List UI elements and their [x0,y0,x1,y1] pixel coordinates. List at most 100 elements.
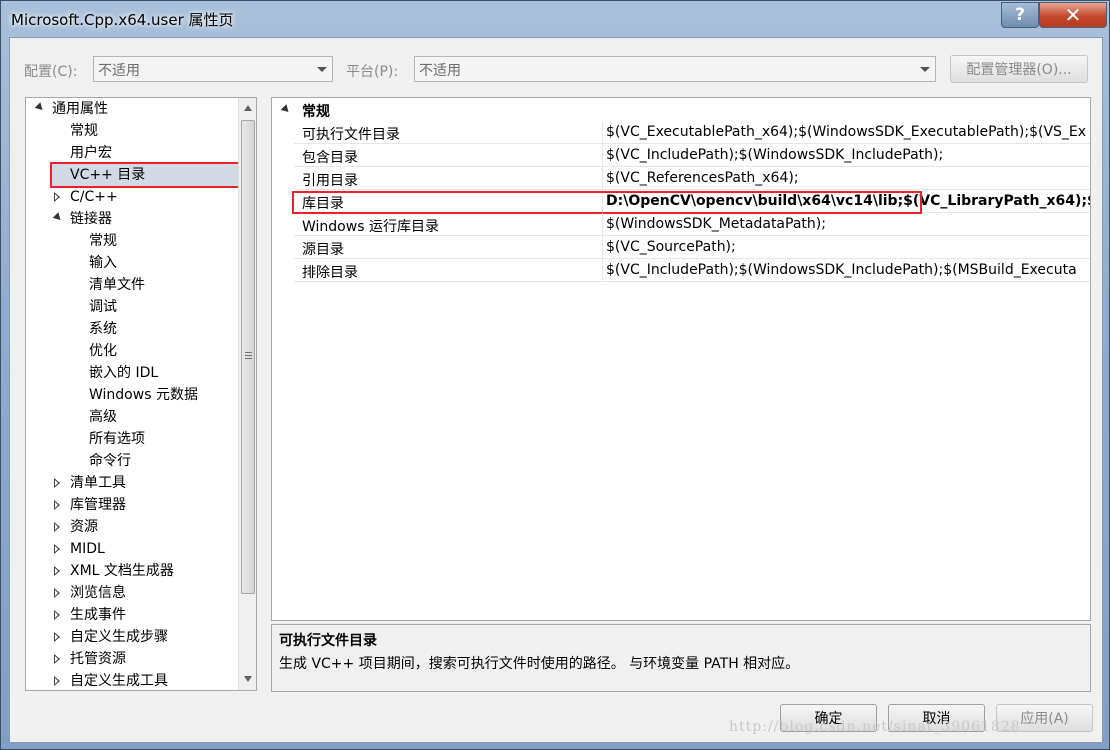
property-value[interactable]: $(VC_IncludePath);$(WindowsSDK_IncludePa… [606,262,1077,278]
chevron-down-icon [920,67,930,72]
tree-item-label: 优化 [89,343,117,359]
collapsed-icon [54,610,60,620]
expanded-icon [52,212,64,223]
tree-item-label: 库管理器 [70,497,126,513]
tree-item-linker-input[interactable]: 输入 [89,252,117,274]
config-label: 配置(C): [24,64,78,80]
property-value[interactable]: $(VC_IncludePath);$(WindowsSDK_IncludePa… [606,147,943,163]
column-separator [602,121,603,144]
property-name: 可执行文件目录 [302,127,400,143]
tree-item-label: 自定义生成工具 [70,673,168,689]
tree-item-label: 常规 [70,123,98,139]
tree-item-linker-debug[interactable]: 调试 [89,296,117,318]
help-button[interactable]: ? [1001,2,1039,28]
collapsed-icon [54,654,60,664]
tree-item-label: C/C++ [70,189,118,205]
apply-label: 应用(A) [1020,711,1069,727]
tree-item-label: 嵌入的 IDL [89,365,159,381]
tree-item-linker-all-options[interactable]: 所有选项 [89,428,145,450]
collapsed-icon [54,676,60,686]
tree-item-label: 托管资源 [70,651,126,667]
tree-item-label: 链接器 [70,211,112,227]
grid-row-exclude-dirs[interactable]: 排除目录 $(VC_IncludePath);$(WindowsSDK_Incl… [272,259,1090,282]
category-row-general[interactable]: 常规 [272,98,1090,121]
tree-item-label: 所有选项 [89,431,145,447]
collapsed-icon [54,478,60,488]
tree-item-label: 通用属性 [52,101,108,117]
collapsed-icon [54,192,60,202]
dialog-client: 配置(C): 不适用 平台(P): 不适用 配置管理器(O)... 通用属性 常… [9,37,1103,743]
description-title: 可执行文件目录 [279,633,377,649]
tree-item-label: MIDL [70,541,105,557]
property-name: 包含目录 [302,150,358,166]
tree-item-label: XML 文档生成器 [70,563,174,579]
highlight-box-library-dirs [292,191,922,214]
highlight-box-vc-directories [50,162,244,188]
config-combo[interactable]: 不适用 [93,56,333,82]
tree-item-linker-embedded-idl[interactable]: 嵌入的 IDL [89,362,158,384]
config-manager-button[interactable]: 配置管理器(O)... [950,55,1088,83]
grid-row-include-dirs[interactable]: 包含目录 $(VC_IncludePath);$(WindowsSDK_Incl… [272,144,1090,167]
collapsed-icon [54,566,60,576]
row-divider [294,281,1090,282]
tree-item-linker-manifest[interactable]: 清单文件 [89,274,145,296]
platform-combo[interactable]: 不适用 [414,56,936,82]
grip-icon [245,352,252,353]
tree-item-linker-windows-metadata[interactable]: Windows 元数据 [89,384,198,406]
tree-item-label: 清单工具 [70,475,126,491]
tree-item-label: 浏览信息 [70,585,126,601]
property-value[interactable]: $(VC_ReferencesPath_x64); [606,170,799,186]
grip-icon [245,355,252,356]
tree-item-label: 调试 [89,299,117,315]
description-panel: 可执行文件目录 生成 VC++ 项目期间，搜索可执行文件时使用的路径。 与环境变… [271,624,1091,692]
grid-row-reference-dirs[interactable]: 引用目录 $(VC_ReferencesPath_x64); [272,167,1090,190]
scroll-up-icon[interactable] [244,105,252,111]
close-icon: ✕ [1064,3,1082,27]
title-bar[interactable]: Microsoft.Cpp.x64.user 属性页 ? ✕ [1,1,1109,37]
scroll-down-icon[interactable] [244,676,252,682]
grid-row-executable-dirs[interactable]: 可执行文件目录 $(VC_ExecutablePath_x64);$(Windo… [272,121,1090,144]
expanded-icon [280,104,292,115]
tree-scrollbar[interactable] [238,98,256,690]
property-tree[interactable]: 通用属性 常规 用户宏 VC++ 目录 C/C++ 链接器 常规 输入 清单文件… [25,97,257,691]
tree-item-linker-general[interactable]: 常规 [89,230,117,252]
tree-item-linker-advanced[interactable]: 高级 [89,406,117,428]
help-icon: ? [1015,5,1025,25]
platform-label: 平台(P): [346,64,399,80]
tree-item-label: 清单文件 [89,277,145,293]
column-separator [602,213,603,236]
property-pages-window: Microsoft.Cpp.x64.user 属性页 ? ✕ 配置(C): 不适… [0,0,1110,750]
tree-item-user-macros[interactable]: 用户宏 [70,142,112,164]
grid-row-winrt-dirs[interactable]: Windows 运行库目录 $(WindowsSDK_MetadataPath)… [272,213,1090,236]
collapsed-icon [54,522,60,532]
grid-row-source-dirs[interactable]: 源目录 $(VC_SourcePath); [272,236,1090,259]
collapsed-icon [54,500,60,510]
tree-item-linker-optimization[interactable]: 优化 [89,340,117,362]
property-value[interactable]: $(VC_SourcePath); [606,239,736,255]
collapsed-icon [54,632,60,642]
category-label: 常规 [302,104,330,120]
column-separator [602,167,603,190]
tree-item-label: 资源 [70,519,98,535]
close-button[interactable]: ✕ [1039,2,1107,28]
description-text: 生成 VC++ 项目期间，搜索可执行文件时使用的路径。 与环境变量 PATH 相… [279,656,800,672]
property-name: 排除目录 [302,265,358,281]
scroll-thumb[interactable] [241,120,255,594]
window-title: Microsoft.Cpp.x64.user 属性页 [11,11,234,29]
platform-value: 不适用 [419,63,461,79]
tree-item-linker-command-line[interactable]: 命令行 [89,450,131,472]
grip-icon [245,358,252,359]
tree-item-label: 自定义生成步骤 [70,629,168,645]
property-grid[interactable]: 常规 可执行文件目录 $(VC_ExecutablePath_x64);$(Wi… [271,97,1091,621]
tree-item-linker-system[interactable]: 系统 [89,318,117,340]
expanded-icon [34,102,46,113]
property-value[interactable]: $(VC_ExecutablePath_x64);$(WindowsSDK_Ex… [606,124,1086,140]
tree-item-label: 高级 [89,409,117,425]
tree-item-general[interactable]: 常规 [70,120,98,142]
config-value: 不适用 [98,63,140,79]
property-value[interactable]: $(WindowsSDK_MetadataPath); [606,216,826,232]
column-separator [602,236,603,259]
watermark: http://blog.csdn.net/sinat_39061828 [729,719,1021,735]
chevron-down-icon [317,67,327,72]
tree-item-label: 生成事件 [70,607,126,623]
